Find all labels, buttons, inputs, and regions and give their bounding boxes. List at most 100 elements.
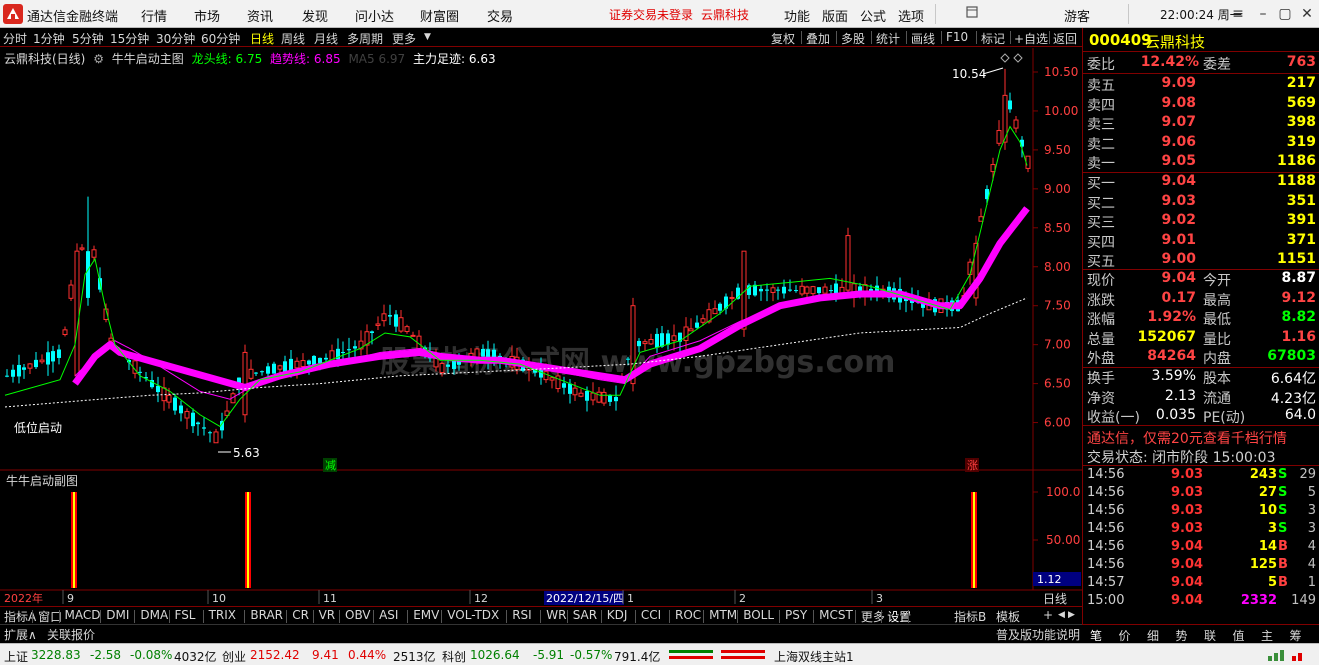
tab-period-1min[interactable]: 1分钟 <box>33 30 65 47</box>
mark-button[interactable]: 标记 <box>981 30 1005 47</box>
add-favorite-button[interactable]: +自选 <box>1014 30 1048 47</box>
tick-time: 15:00 <box>1087 593 1125 608</box>
user-guest[interactable]: 游客 <box>1064 6 1090 25</box>
menu-discover[interactable]: 发现 <box>302 6 328 25</box>
tab-period-monthly[interactable]: 月线 <box>314 30 338 47</box>
quote-tab-7[interactable]: 筹 <box>1290 627 1302 644</box>
tab-period-15min[interactable]: 15分钟 <box>110 30 149 47</box>
tab-period-60min[interactable]: 60分钟 <box>201 30 240 47</box>
indicator-b-tab[interactable]: 指标B <box>954 608 986 625</box>
indicator-tab-7[interactable]: BRAR <box>250 608 283 622</box>
template-tab[interactable]: 模板 <box>996 608 1020 625</box>
tick-price: 9.04 <box>1171 539 1204 554</box>
menu-wealth[interactable]: 财富圈 <box>420 6 459 25</box>
indicator-tab-23[interactable]: MCST <box>819 608 853 622</box>
stats-label-2: 内盘 <box>1203 351 1231 367</box>
indicator-tab-20[interactable]: MTM <box>709 608 737 622</box>
quote-tab-1[interactable]: 价 <box>1119 627 1131 644</box>
quote-tab-4[interactable]: 联 <box>1204 627 1216 644</box>
indicator-tab-8[interactable]: CR <box>292 608 309 622</box>
tab-period-multi[interactable]: 多周期 <box>347 30 383 47</box>
quote-tab-0[interactable]: 笔 <box>1090 627 1102 644</box>
indicator-tab-18[interactable]: CCI <box>641 608 661 622</box>
tab-period-5min[interactable]: 5分钟 <box>72 30 104 47</box>
minimize-icon[interactable]: – <box>1253 4 1273 24</box>
menu-market[interactable]: 行情 <box>141 6 167 25</box>
tab-period-intraday[interactable]: 分时 <box>3 30 27 47</box>
scroll-right-icon[interactable]: ▶ <box>1068 610 1075 620</box>
back-button[interactable]: 返回 <box>1053 30 1077 47</box>
bids-row: 买四 9.01 371 <box>1087 232 1316 251</box>
feature-help-link[interactable]: 普及版功能说明 <box>996 626 1080 643</box>
indicator-tab-9[interactable]: VR <box>319 608 336 622</box>
menu-function[interactable]: 功能 <box>784 6 810 25</box>
promo-link[interactable]: 通达信，仅需20元查看千档行情 <box>1087 428 1287 448</box>
indicator-tab-21[interactable]: BOLL <box>743 608 774 622</box>
stats-button[interactable]: 统计 <box>876 30 900 47</box>
tick-row: 14:56 9.03 10 S 3 <box>1087 503 1316 521</box>
quote-tab-5[interactable]: 值 <box>1233 627 1245 644</box>
quote-tab-3[interactable]: 势 <box>1176 627 1188 644</box>
bids-volume: 351 <box>1286 192 1316 209</box>
skin-icon[interactable] <box>962 5 982 25</box>
menu-formula[interactable]: 公式 <box>860 6 886 25</box>
multi-stock-button[interactable]: 多股 <box>841 30 865 47</box>
date-tick-label: 10 <box>212 592 226 605</box>
kc-index-change: -5.91 <box>533 648 565 662</box>
related-quotes-button[interactable]: 关联报价 <box>47 626 95 643</box>
menu-news[interactable]: 资讯 <box>247 6 273 25</box>
scroll-left-icon[interactable]: ◀ <box>1058 610 1065 620</box>
indicator-tab-14[interactable]: RSI <box>512 608 532 622</box>
maximize-icon[interactable]: ▢ <box>1275 4 1295 24</box>
login-warning[interactable]: 证券交易未登录 <box>609 6 693 23</box>
draw-button[interactable]: 画线 <box>911 30 935 47</box>
bids-volume: 371 <box>1286 231 1316 248</box>
close-icon[interactable]: ✕ <box>1297 4 1317 24</box>
menu-trade[interactable]: 交易 <box>487 6 513 25</box>
sh-index-label[interactable]: 上证 <box>4 648 28 665</box>
menu-icon[interactable]: ≡ <box>1228 4 1248 24</box>
candlestick-chart[interactable]: 股票指标公式网 www.gpzbgs.com 10.5010.009.509.0… <box>0 48 1082 608</box>
indicator-tab-13[interactable]: VOL-TDX <box>447 608 499 622</box>
indicator-tab-12[interactable]: EMV <box>413 608 439 622</box>
indicator-tab-15[interactable]: WR <box>546 608 566 622</box>
indicator-tab-10[interactable]: OBV <box>345 608 371 622</box>
indicator-tab-5[interactable]: FSL <box>175 608 196 622</box>
tab-period-daily[interactable]: 日线 <box>250 30 274 47</box>
candle-body-up <box>39 359 45 363</box>
tab-period-30min[interactable]: 30分钟 <box>156 30 195 47</box>
date-axis-period[interactable]: 日线 <box>1043 592 1067 606</box>
menu-layout[interactable]: 版面 <box>822 6 848 25</box>
menu-options[interactable]: 选项 <box>898 6 924 25</box>
overlay-button[interactable]: 叠加 <box>806 30 830 47</box>
f10-button[interactable]: F10 <box>946 30 968 44</box>
indicator-tab-4[interactable]: DMA <box>140 608 168 622</box>
indicator-tab-16[interactable]: SAR <box>573 608 597 622</box>
indicator-tab-3[interactable]: DMI <box>106 608 129 622</box>
indicator-tab-17[interactable]: KDJ <box>607 608 628 622</box>
indicator-tab-11[interactable]: ASI <box>379 608 398 622</box>
add-pane-icon[interactable]: + <box>1043 608 1053 622</box>
indicator-tab-19[interactable]: ROC <box>675 608 701 622</box>
indicator-tab-2[interactable]: MACD <box>65 608 101 622</box>
toolbar-separator <box>801 31 802 44</box>
indicator-tab-22[interactable]: PSY <box>785 608 807 622</box>
server-name[interactable]: 上海双线主站1 <box>774 648 854 665</box>
quote-tab-2[interactable]: 细 <box>1147 627 1159 644</box>
tick-side: B <box>1278 557 1288 572</box>
menu-markets[interactable]: 市场 <box>194 6 220 25</box>
cy-index-label[interactable]: 创业 <box>222 648 246 665</box>
chevron-down-icon[interactable]: ▼ <box>424 32 431 42</box>
candle-body-down <box>34 359 38 368</box>
tab-period-weekly[interactable]: 周线 <box>281 30 305 47</box>
quote-tab-6[interactable]: 主 <box>1261 627 1273 644</box>
indicator-tab-6[interactable]: TRIX <box>209 608 236 622</box>
tick-price: 9.03 <box>1171 503 1204 518</box>
tab-separator <box>202 610 204 623</box>
expand-button[interactable]: 扩展∧ <box>4 626 37 643</box>
candle-body-down <box>660 333 664 347</box>
adjust-button[interactable]: 复权 <box>771 30 795 47</box>
menu-ask[interactable]: 问小达 <box>355 6 394 25</box>
tab-period-more[interactable]: 更多 <box>392 30 416 47</box>
kc-index-label[interactable]: 科创 <box>442 648 466 665</box>
